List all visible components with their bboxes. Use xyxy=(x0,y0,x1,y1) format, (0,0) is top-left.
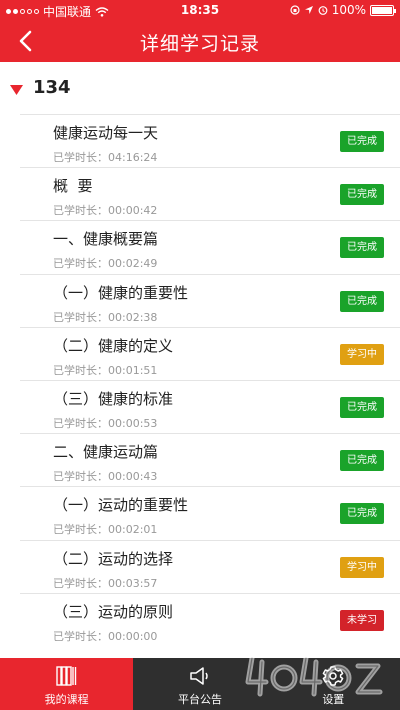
record-duration: 已学时长：00:03:57 xyxy=(53,576,158,590)
battery-icon xyxy=(370,4,396,16)
record-duration: 已学时长：00:02:38 xyxy=(53,310,158,324)
record-title: （一）健康的重要性 xyxy=(53,283,189,302)
record-title: （三）健康的标准 xyxy=(53,389,174,408)
page-title: 详细学习记录 xyxy=(139,33,260,55)
status-badge: 已完成 xyxy=(340,450,384,472)
status-badge: 已完成 xyxy=(340,184,384,206)
record-duration: 已学时长：00:02:49 xyxy=(53,257,158,271)
status-badge: 已完成 xyxy=(340,396,384,418)
record-duration: 已学时长：04:16:24 xyxy=(53,151,158,164)
record-list: 健康运动每一天 已学时长：04:16:24 已完成概 要已学时长：00:00:42 已… xyxy=(20,114,400,646)
record-row[interactable]: （一）运动的重要性已学时长：00:02:01 已完成 xyxy=(20,486,400,539)
record-duration: 已学时长：00:00:00 xyxy=(53,629,158,643)
record-row[interactable]: 健康运动每一天已学时长：04:16:24 已完成 xyxy=(20,114,400,167)
status-badge: 已完成 xyxy=(340,131,384,152)
record-row[interactable]: （三）运动的原则已学时长：00:00:00 未学习 xyxy=(20,592,400,646)
books-icon xyxy=(55,666,76,686)
battery-level xyxy=(372,6,392,14)
record-duration: 已学时长：00:00:43 xyxy=(53,470,158,484)
record-title: （二）运动的选择 xyxy=(53,549,174,568)
record-duration: 已学时长：00:02:01 xyxy=(53,523,158,537)
record-title: （二）健康的定义 xyxy=(53,336,174,355)
status-badge: 已完成 xyxy=(340,290,384,312)
record-row[interactable]: 二、健康运动篇已学时长：00:00:43 已完成 xyxy=(20,433,400,486)
record-title: 健康运动每一天 xyxy=(53,124,159,142)
record-row[interactable]: （二）健康的定义已学时长：00:01:51 学习中 xyxy=(20,326,400,380)
record-title: （一）运动的重要性 xyxy=(53,496,189,515)
triangle-down-icon[interactable] xyxy=(10,85,23,95)
tab-my-courses[interactable]: 我的课程 xyxy=(0,658,134,710)
location-icon xyxy=(304,6,313,14)
tab-label: 我的课程 xyxy=(44,693,89,706)
record-duration: 已学时长：00:00:42 xyxy=(53,204,158,218)
status-badge: 已完成 xyxy=(340,503,384,525)
alarm-icon xyxy=(318,6,328,15)
record-title: 二、健康运动篇 xyxy=(53,443,159,462)
record-title: （三）运动的原则 xyxy=(53,602,174,621)
orientation-lock-icon xyxy=(290,5,300,15)
record-row[interactable]: （二）运动的选择已学时长：00:03:57 学习中 xyxy=(20,539,400,593)
record-row[interactable]: 一、健康概要篇已学时长：00:02:49 已完成 xyxy=(20,220,400,273)
status-badge: 未学习 xyxy=(340,609,384,631)
record-title: 概 要 xyxy=(53,177,93,196)
record-duration: 已学时长：00:01:51 xyxy=(53,363,158,377)
record-row[interactable]: （一）健康的重要性已学时长：00:02:38 已完成 xyxy=(20,273,400,327)
megaphone-icon xyxy=(190,667,208,685)
status-bar-right: 100% xyxy=(290,3,396,17)
record-row[interactable]: 概 要已学时长：00:00:42 已完成 xyxy=(20,167,400,220)
nav-bar: 详细学习记录 xyxy=(0,20,400,62)
course-id: 134 xyxy=(33,77,71,98)
site-watermark-logo xyxy=(245,655,383,697)
battery-percent: 100% xyxy=(331,3,366,17)
status-badge: 已完成 xyxy=(340,237,384,259)
course-header[interactable]: 134 xyxy=(0,76,400,104)
record-row[interactable]: （三）健康的标准已学时长：00:00:53 已完成 xyxy=(20,379,400,433)
status-badge: 学习中 xyxy=(340,343,384,365)
status-bar: 中国联通 18:35 100% xyxy=(0,0,400,20)
record-duration: 已学时长：00:00:53 xyxy=(53,416,158,430)
record-title: 一、健康概要篇 xyxy=(53,230,159,249)
status-badge: 学习中 xyxy=(340,556,384,578)
